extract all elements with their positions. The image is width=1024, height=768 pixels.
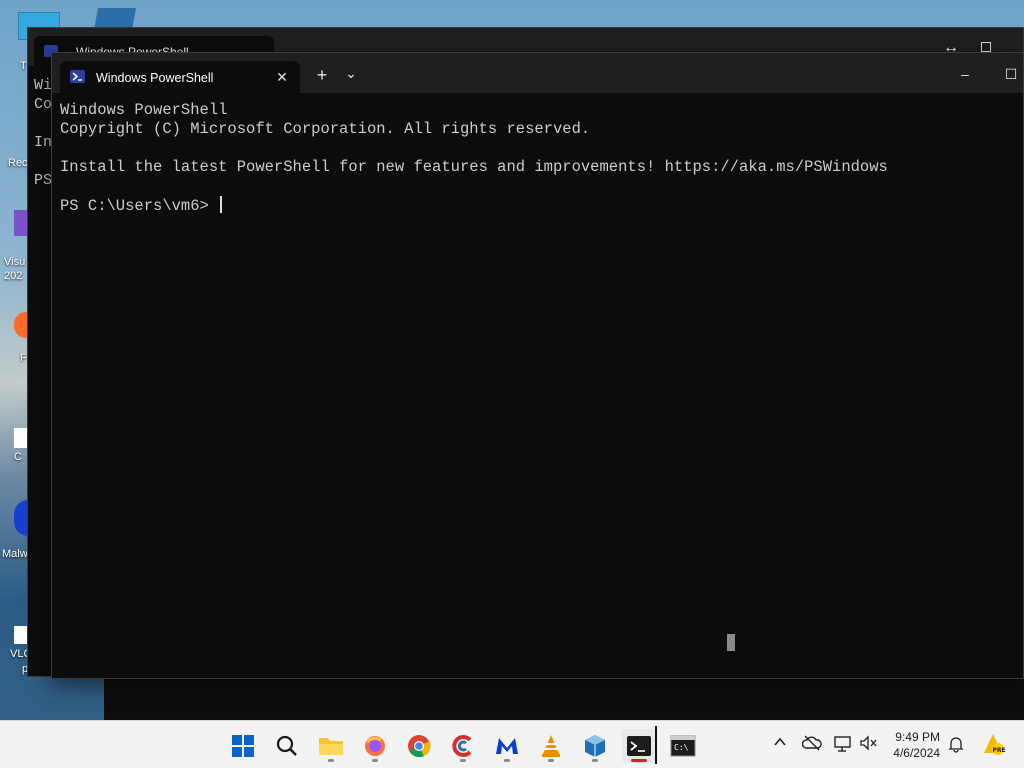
svg-text:C:\: C:\: [674, 743, 689, 752]
malwarebytes-desktop-icon[interactable]: [14, 500, 28, 536]
powershell-icon: [70, 70, 85, 83]
running-indicator: [504, 759, 510, 762]
vlc-icon: [542, 735, 560, 757]
firefox-desktop-icon[interactable]: [14, 312, 28, 338]
notification-bell-icon[interactable]: [946, 735, 966, 755]
back-maximize-icon[interactable]: [981, 42, 991, 52]
folder-icon: [319, 738, 343, 755]
vlc-button[interactable]: [534, 729, 568, 763]
cmd-button[interactable]: C:\: [666, 729, 700, 763]
running-indicator: [548, 759, 554, 762]
firefox-button[interactable]: [358, 729, 392, 763]
malwarebytes-button[interactable]: [490, 729, 524, 763]
console-line: Install the latest PowerShell for new fe…: [60, 158, 888, 176]
cmd-icon: C:\: [670, 735, 696, 757]
console-line: Windows PowerShell: [60, 101, 228, 119]
new-tab-button[interactable]: +: [314, 65, 330, 85]
clock[interactable]: 9:49 PM 4/6/2024: [893, 729, 940, 761]
titlebar[interactable]: Windows PowerShell ✕ + ⌄ – ☐: [52, 53, 1023, 93]
virtualbox-icon: [585, 735, 605, 757]
windows-logo-icon: [232, 735, 254, 757]
desktop-dark-panel: [104, 678, 1024, 720]
running-indicator: [328, 759, 334, 762]
desktop-label-4: 202: [4, 270, 23, 282]
desktop-label-6: C: [14, 451, 22, 463]
terminal-window[interactable]: Windows PowerShell ✕ + ⌄ – ☐ Windows Pow…: [51, 52, 1024, 679]
running-indicator: [460, 759, 466, 762]
chrome-button[interactable]: [402, 729, 436, 763]
desktop-label-5: F: [20, 352, 27, 364]
chrome-icon: [408, 735, 431, 758]
back-console-line: In: [34, 134, 53, 151]
file-explorer-button[interactable]: [314, 729, 348, 763]
dropdown-chevron-icon[interactable]: ⌄: [344, 63, 358, 83]
maximize-button[interactable]: ☐: [988, 61, 1024, 91]
network-icon[interactable]: [834, 735, 854, 755]
back-console-line: PS: [34, 172, 53, 189]
visual-studio-icon[interactable]: [14, 210, 28, 236]
search-button[interactable]: [270, 729, 304, 763]
desktop-label-7: Malw: [2, 548, 28, 560]
taskbar: C:\ 9:49 PM 4/6/2024 PRE: [0, 720, 1024, 768]
prompt-text: PS C:\Users\vm6>: [60, 197, 219, 215]
volume-muted-icon[interactable]: [858, 735, 878, 755]
prompt-line[interactable]: PS C:\Users\vm6>: [60, 196, 1015, 215]
running-indicator: [372, 759, 378, 762]
console-line: Copyright (C) Microsoft Corporation. All…: [60, 120, 591, 138]
clock-time: 9:49 PM: [895, 730, 940, 744]
vlc-desktop-icon[interactable]: [14, 626, 28, 644]
text-cursor: [220, 196, 223, 213]
minimize-button[interactable]: –: [942, 61, 988, 91]
active-indicator: [631, 759, 647, 762]
terminal-button[interactable]: [622, 729, 656, 763]
copilot-pre-icon[interactable]: PRE: [980, 731, 1006, 757]
virtualbox-button[interactable]: [578, 729, 612, 763]
onedrive-icon[interactable]: [801, 735, 822, 755]
taskbar-divider: [655, 726, 657, 764]
svg-text:PRE: PRE: [993, 747, 1006, 754]
tab-powershell[interactable]: Windows PowerShell ✕: [60, 61, 300, 93]
malwarebytes-icon: [496, 738, 518, 754]
console-output[interactable]: Windows PowerShell Copyright (C) Microso…: [60, 101, 1015, 670]
close-tab-icon[interactable]: ✕: [273, 68, 291, 86]
scrollbar-thumb[interactable]: [727, 634, 735, 651]
back-console-line: Wi: [34, 77, 53, 94]
ccleaner-icon: [452, 735, 472, 757]
ccleaner-button[interactable]: [446, 729, 480, 763]
chevron-up-icon[interactable]: [770, 735, 790, 755]
desktop-label-2: Rec: [8, 157, 28, 169]
desktop-label-3: Visu: [4, 256, 26, 268]
running-indicator: [592, 759, 598, 762]
firefox-icon: [365, 736, 385, 756]
back-console-line: Co: [34, 96, 53, 113]
desktop-label-1: T: [20, 60, 27, 72]
terminal-icon: [627, 736, 651, 756]
tab-title: Windows PowerShell: [96, 71, 214, 85]
clock-date: 4/6/2024: [893, 746, 940, 760]
start-button[interactable]: [226, 729, 260, 763]
ccleaner-desktop-icon[interactable]: [14, 428, 28, 448]
search-icon: [276, 735, 297, 756]
